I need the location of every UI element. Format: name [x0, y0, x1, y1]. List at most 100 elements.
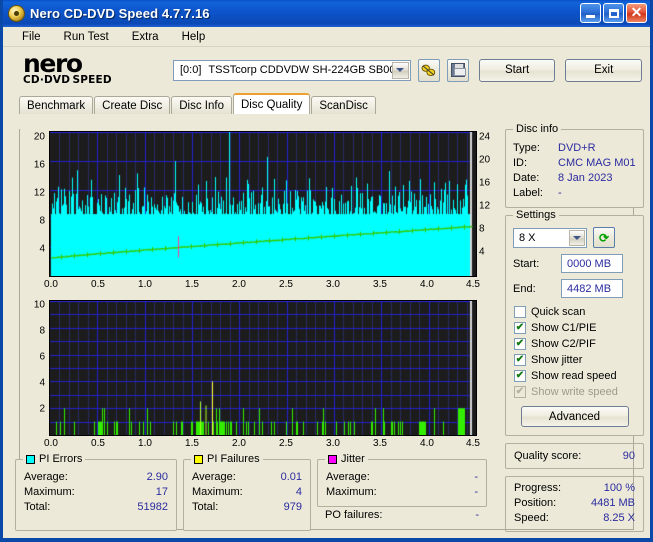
pi-failures-legend-label: PI Failures: [207, 453, 260, 465]
end-input[interactable]: 4482 MB: [561, 279, 623, 298]
save-button[interactable]: [446, 58, 469, 82]
y2-tick: 4: [479, 246, 485, 258]
checkbox-label: Show write speed: [531, 386, 618, 398]
row-key: Position:: [514, 497, 557, 509]
disc-tool-icon: [421, 64, 436, 76]
x-tick: 3.0: [326, 438, 340, 449]
close-button[interactable]: ✕: [626, 3, 647, 23]
progress-row: Speed: 8.25 X: [514, 511, 635, 526]
y-tick: 6: [39, 351, 45, 363]
stat-value: 2.90: [146, 471, 168, 483]
stat-value: 979: [283, 501, 302, 513]
menu-item-run-test[interactable]: Run Test: [61, 30, 112, 44]
chevron-down-icon[interactable]: [569, 229, 585, 246]
window-controls: ✕: [580, 3, 647, 23]
stat-row: Maximum: 4: [192, 485, 302, 500]
y2-tick: 24: [479, 131, 491, 143]
logo-line-1: nero: [23, 49, 83, 78]
stat-key: Average:: [24, 471, 68, 483]
stat-key: Average:: [326, 471, 370, 483]
x-tick: 3.5: [373, 438, 387, 449]
pi-errors-chart: 20 16 12 8 4 24 20 16 12 8 4 0.0 0.5 1.0…: [15, 131, 500, 291]
stat-value: 0.01: [280, 471, 302, 483]
exit-button[interactable]: Exit: [565, 58, 642, 82]
disc-quality-panel: 20 16 12 8 4 24 20 16 12 8 4 0.0 0.5 1.0…: [11, 123, 648, 534]
charts-area: 20 16 12 8 4 24 20 16 12 8 4 0.0 0.5 1.0…: [15, 131, 500, 460]
y-tick: 4: [39, 243, 45, 255]
disc-info-row: ID: CMC MAG M01: [513, 156, 636, 171]
stat-row: Maximum: 17: [24, 485, 168, 500]
x-tick: 2.5: [279, 438, 293, 449]
nero-disc-icon: [8, 5, 25, 22]
x-tick: 4.5: [466, 438, 480, 449]
tab-scandisc[interactable]: ScanDisc: [311, 96, 376, 114]
checkbox-show-c1-pie[interactable]: ✔ Show C1/PIE: [514, 320, 636, 336]
x-tick: 4.0: [420, 438, 434, 449]
stat-key: Maximum:: [192, 486, 243, 498]
tab-create-disc[interactable]: Create Disc: [94, 96, 171, 114]
stat-row: Average: -: [326, 470, 478, 485]
speed-select[interactable]: 8 X: [513, 227, 587, 248]
row-value: DVD+R: [558, 142, 596, 154]
tab-benchmark[interactable]: Benchmark: [19, 96, 94, 114]
checkbox-show-c2-pif[interactable]: ✔ Show C2/PIF: [514, 336, 636, 352]
x-tick: 4.5: [466, 279, 480, 290]
quality-score-label: Quality score:: [514, 450, 582, 462]
toolbar: nero CD·DVD SPEED [0:0] TSSTcorp CDDVDW …: [3, 47, 650, 93]
y-tick: 8: [39, 215, 45, 227]
checkbox-icon: ✔: [514, 354, 526, 366]
close-icon: ✕: [630, 4, 643, 20]
checkbox-show-jitter[interactable]: ✔ Show jitter: [514, 352, 636, 368]
pif-plot: [49, 300, 477, 436]
menu-item-extra[interactable]: Extra: [129, 30, 162, 44]
start-button[interactable]: Start: [478, 58, 556, 82]
checkbox-quick-scan[interactable]: Quick scan: [514, 304, 636, 320]
save-icon: [450, 63, 466, 77]
tab-strip: Benchmark Create Disc Disc Info Disc Qua…: [3, 93, 650, 114]
drive-select[interactable]: [0:0] TSSTcorp CDDVDW SH-224GB SB00: [173, 59, 411, 81]
disc-info-row: Date: 8 Jan 2023: [513, 171, 636, 186]
disc-tool-button[interactable]: [417, 58, 440, 82]
x-tick: 2.0: [232, 279, 246, 290]
quality-score-value: 90: [622, 450, 635, 462]
x-tick: 0.0: [44, 438, 58, 449]
pie-chart-y2-axis: 24 20 16 12 8 4: [479, 131, 501, 279]
disc-info-row: Type: DVD+R: [513, 141, 636, 156]
menu-item-help[interactable]: Help: [179, 30, 209, 44]
x-tick: 1.0: [138, 279, 152, 290]
refresh-button[interactable]: ⟳: [593, 227, 615, 248]
pi-failures-legend: PI Failures: [191, 453, 263, 465]
pi-failures-chart: 10 8 6 4 2 0.0 0.5 1.0 1.5 2.0 2.5 3.0 3…: [15, 300, 500, 460]
pi-errors-legend-label: PI Errors: [39, 453, 83, 465]
nero-logo: nero CD·DVD SPEED: [23, 49, 173, 86]
tab-disc-quality[interactable]: Disc Quality: [233, 93, 311, 114]
maximize-button[interactable]: [603, 3, 624, 23]
title-bar: Nero CD-DVD Speed 4.7.7.16 ✕: [3, 0, 650, 27]
advanced-button[interactable]: Advanced: [520, 406, 629, 427]
tab-disc-info[interactable]: Disc Info: [171, 96, 232, 114]
speed-select-value: 8 X: [519, 231, 536, 244]
disc-info-body: Type: DVD+R ID: CMC MAG M01 Date: 8 Jan 202…: [506, 130, 643, 207]
progress-box: Progress: 100 % Position: 4481 MB Speed: 8.…: [505, 476, 644, 532]
jitter-legend: Jitter: [325, 453, 368, 465]
drive-id: [0:0]: [180, 64, 202, 76]
y-tick: 8: [39, 325, 45, 337]
x-tick: 2.5: [279, 279, 293, 290]
minimize-button[interactable]: [580, 3, 601, 23]
checkbox-icon: [514, 306, 526, 318]
row-key: ID:: [513, 157, 528, 169]
row-value: CMC MAG M01: [558, 157, 636, 169]
start-input[interactable]: 0000 MB: [561, 254, 623, 273]
checkbox-show-read-speed[interactable]: ✔ Show read speed: [514, 368, 636, 384]
chevron-down-icon[interactable]: [391, 61, 409, 79]
refresh-icon: ⟳: [598, 230, 610, 245]
checkbox-label: Quick scan: [531, 306, 586, 318]
quality-score-box: Quality score: 90: [505, 443, 644, 469]
x-tick: 1.5: [185, 438, 199, 449]
po-failures-row: PO failures: -: [317, 507, 487, 521]
x-tick: 1.0: [138, 438, 152, 449]
menu-item-file[interactable]: File: [19, 30, 44, 44]
pie-plot: [49, 131, 477, 277]
stat-row: Total: 979: [192, 500, 302, 515]
end-field-row: End: 4482 MB: [513, 279, 636, 298]
